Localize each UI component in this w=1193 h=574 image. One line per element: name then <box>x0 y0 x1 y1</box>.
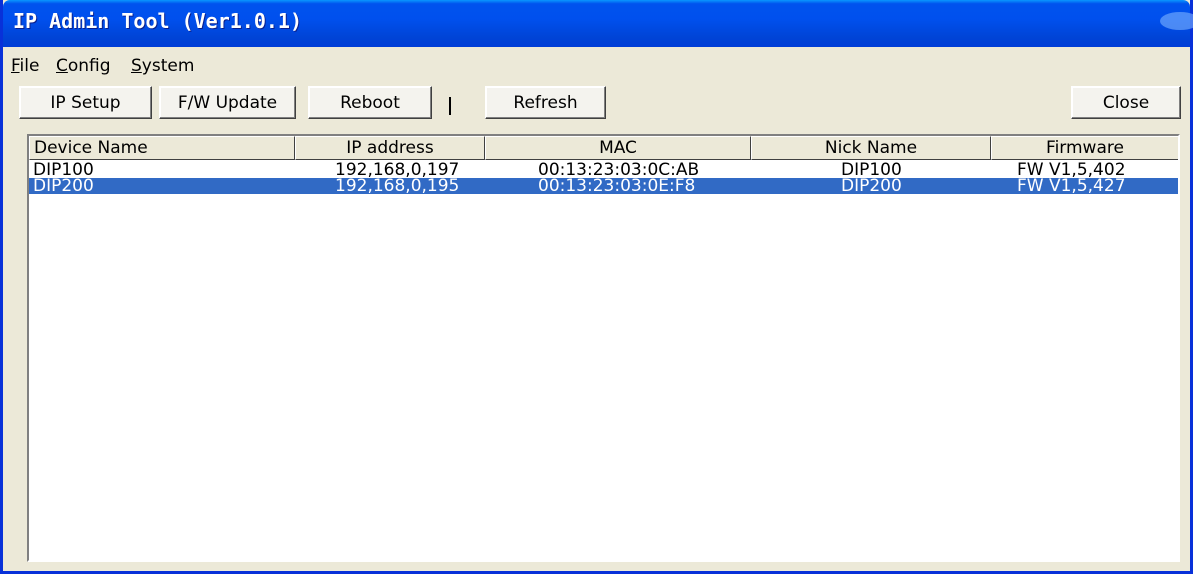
cell-ip-address: 192,168,0,195 <box>335 176 460 196</box>
menu-config[interactable]: Config <box>56 56 111 76</box>
column-ip-address[interactable]: IP address <box>295 136 485 160</box>
column-firmware[interactable]: Firmware <box>991 136 1178 160</box>
menu-file-label: ile <box>19 56 40 76</box>
cell-firmware: FW V1,5,427 <box>1017 176 1126 196</box>
toolbar: IP Setup F/W Update Reboot Refresh Close <box>3 86 1190 126</box>
list-header: Device Name IP address MAC Nick Name Fir… <box>29 136 1178 160</box>
cell-nick-name: DIP200 <box>841 176 902 196</box>
window-title: IP Admin Tool (Ver1.0.1) <box>13 9 302 33</box>
ip-setup-button[interactable]: IP Setup <box>19 86 152 119</box>
reboot-button[interactable]: Reboot <box>308 86 432 119</box>
toolbar-separator <box>449 97 451 115</box>
menu-bar: File Config System <box>3 52 1190 80</box>
title-bar-sheen <box>1160 12 1193 30</box>
menu-system-label: ystem <box>141 56 195 76</box>
device-list[interactable]: Device Name IP address MAC Nick Name Fir… <box>27 134 1180 562</box>
fw-update-button[interactable]: F/W Update <box>159 86 296 119</box>
table-row-selected[interactable]: DIP200 192,168,0,195 00:13:23:03:0E:F8 D… <box>29 176 1178 196</box>
menu-system[interactable]: System <box>131 56 194 76</box>
column-nick-name[interactable]: Nick Name <box>751 136 991 160</box>
refresh-button[interactable]: Refresh <box>485 86 606 119</box>
cell-device-name: DIP200 <box>33 176 94 196</box>
menu-config-label: onfig <box>67 56 111 76</box>
column-mac[interactable]: MAC <box>485 136 751 160</box>
title-bar[interactable]: IP Admin Tool (Ver1.0.1) <box>3 0 1193 47</box>
cell-mac: 00:13:23:03:0E:F8 <box>538 176 696 196</box>
app-window: IP Admin Tool (Ver1.0.1) File Config Sys… <box>0 0 1193 574</box>
column-device-name[interactable]: Device Name <box>29 136 295 160</box>
menu-file[interactable]: File <box>11 56 39 76</box>
close-button[interactable]: Close <box>1071 86 1181 119</box>
